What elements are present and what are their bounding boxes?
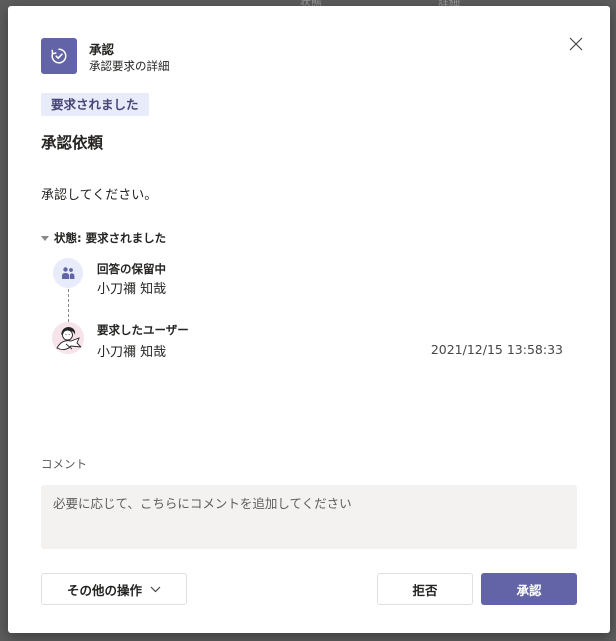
chevron-down-icon [150, 586, 161, 593]
pending-step-icon [53, 258, 83, 288]
status-badge: 要求されました [41, 93, 149, 116]
request-body: 承認してください。 [41, 188, 158, 203]
reject-button[interactable]: 拒否 [377, 573, 473, 605]
requester-step-timestamp: 2021/12/15 13:58:33 [430, 342, 563, 357]
close-icon [569, 37, 583, 51]
requester-step-name: 小刀禰 知哉 [97, 345, 167, 360]
caret-down-icon [41, 235, 49, 241]
more-actions-label: その他の操作 [66, 582, 142, 598]
user-avatar-icon [52, 322, 84, 354]
approval-app-icon [41, 38, 77, 74]
status-section-toggle[interactable]: 状態: 要求されました [41, 230, 166, 246]
pending-step-label: 回答の保留中 [97, 262, 166, 276]
pending-step-name: 小刀禰 知哉 [97, 282, 167, 297]
requester-step-label: 要求したユーザー [97, 323, 189, 337]
timeline-connector [68, 289, 69, 322]
people-icon [62, 267, 75, 279]
comment-label: コメント [41, 457, 87, 471]
status-section-header: 状態: 要求されました [54, 231, 167, 245]
requester-avatar [52, 322, 84, 354]
approval-details-dialog: 承認 承認要求の詳細 要求されました 承認依頼 承認してください。 状態: 要求… [8, 6, 610, 633]
app-subtitle: 承認要求の詳細 [89, 59, 170, 73]
app-title: 承認 [89, 42, 115, 57]
approval-refresh-check-icon [51, 48, 67, 64]
approve-button[interactable]: 承認 [481, 573, 577, 605]
close-button[interactable] [564, 32, 588, 56]
more-actions-button[interactable]: その他の操作 [41, 573, 187, 605]
comment-input[interactable] [41, 485, 577, 549]
request-title: 承認依頼 [41, 134, 104, 152]
